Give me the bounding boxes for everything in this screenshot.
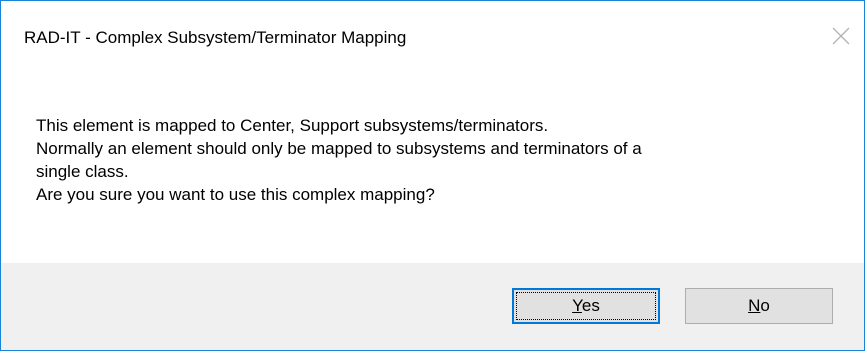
no-accelerator: N [748, 296, 761, 315]
no-button[interactable]: No [685, 288, 833, 324]
message-dialog: RAD-IT - Complex Subsystem/Terminator Ma… [0, 0, 865, 351]
window-title: RAD-IT - Complex Subsystem/Terminator Ma… [24, 28, 407, 47]
yes-label-rest: es [581, 296, 600, 315]
message-text: This element is mapped to Center, Suppor… [36, 114, 836, 206]
button-bar: Yes No [1, 263, 864, 350]
no-label-rest: o [760, 296, 770, 315]
close-button[interactable] [818, 1, 864, 67]
message-line: single class. [36, 162, 129, 181]
yes-button[interactable]: Yes [512, 288, 660, 324]
message-line: This element is mapped to Center, Suppor… [36, 116, 549, 135]
message-line: Are you sure you want to use this comple… [36, 185, 435, 204]
dialog-content: This element is mapped to Center, Suppor… [1, 81, 864, 263]
title-bar[interactable]: RAD-IT - Complex Subsystem/Terminator Ma… [1, 1, 864, 81]
yes-accelerator: Y [572, 296, 582, 315]
message-line: Normally an element should only be mappe… [36, 139, 642, 158]
close-icon [832, 27, 850, 45]
